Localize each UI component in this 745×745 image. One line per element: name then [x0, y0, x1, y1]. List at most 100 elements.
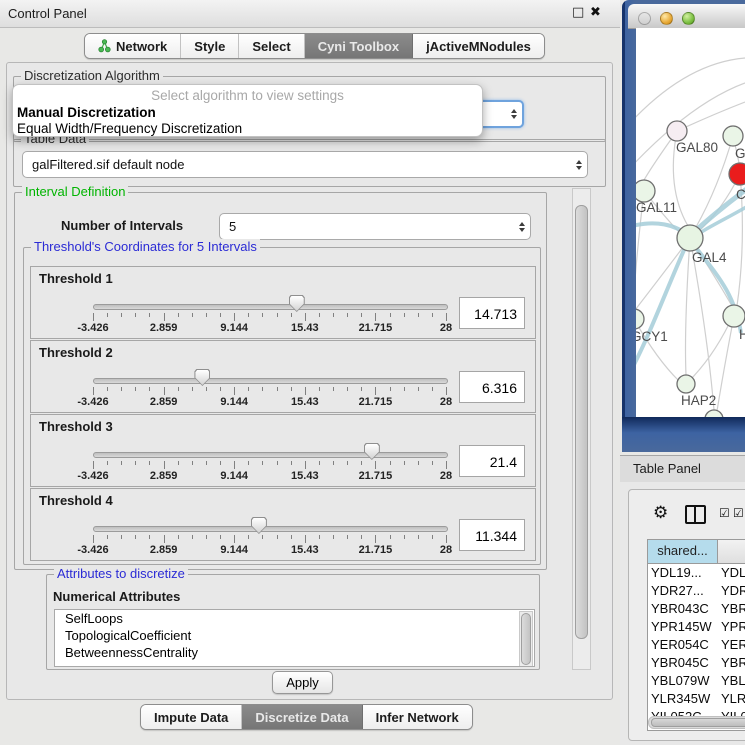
- threshold-value-field[interactable]: 6.316: [459, 371, 525, 403]
- table-row[interactable]: YBR045CYBR0: [648, 654, 745, 672]
- network-node-label: H: [739, 327, 745, 342]
- threshold-panel-3: Threshold 3-3.4262.8599.14415.4321.71528…: [30, 414, 536, 487]
- tab-select[interactable]: Select: [239, 34, 304, 58]
- network-window-titlebar: [628, 4, 745, 29]
- control-panel-titlebar: Control Panel □ ✖: [0, 0, 620, 28]
- attributes-scrollbar-thumb[interactable]: [521, 613, 531, 665]
- table-row[interactable]: YER054CYER0: [648, 636, 745, 654]
- node-attribute-table[interactable]: shared...na YDL19...YDL1YDR27...YDR2YBR0…: [647, 539, 745, 731]
- threshold-slider-track[interactable]: [93, 526, 448, 532]
- network-node-gal11[interactable]: [636, 180, 655, 202]
- algorithm-option-manual-discretization[interactable]: Manual Discretization: [13, 105, 482, 121]
- threshold-value-field[interactable]: 11.344: [459, 519, 525, 551]
- table-row[interactable]: YBL079WYBL0: [648, 672, 745, 690]
- table-cell: YBR0: [718, 654, 745, 672]
- attributes-group: Attributes to discretize Numerical Attri…: [46, 574, 540, 670]
- threshold-panel-1: Threshold 1-3.4262.8599.14415.4321.71528…: [30, 266, 536, 339]
- network-node-hap2[interactable]: [677, 375, 695, 393]
- tab-infer-network[interactable]: Infer Network: [363, 705, 472, 729]
- network-node-c[interactable]: [729, 163, 745, 185]
- network-node-gal80[interactable]: [667, 121, 687, 141]
- threshold-slider-track[interactable]: [93, 304, 448, 310]
- network-node-gal4[interactable]: [677, 225, 703, 251]
- table-row[interactable]: YBR043CYBR0: [648, 600, 745, 618]
- apply-button[interactable]: Apply: [272, 671, 333, 694]
- numerical-attributes-list[interactable]: SelfLoopsTopologicalCoefficientBetweenne…: [54, 609, 535, 667]
- tab-label: Impute Data: [154, 710, 228, 725]
- checkbox-icon[interactable]: ☑: [719, 506, 730, 520]
- network-node-gcy1[interactable]: [636, 309, 644, 329]
- tab-label: jActiveMNodules: [426, 39, 531, 54]
- algorithm-dropdown-popup: Select algorithm to view settings Manual…: [12, 84, 483, 137]
- table-cell: YBR043C: [648, 600, 718, 618]
- table-horizontal-scrollbar-thumb[interactable]: [651, 718, 745, 727]
- table-cell: YBL0: [718, 672, 745, 690]
- checkbox-icon[interactable]: ☑: [733, 506, 744, 520]
- table-horizontal-scrollbar[interactable]: [648, 716, 745, 729]
- algorithm-option-equal-width-frequency-discretization[interactable]: Equal Width/Frequency Discretization: [13, 121, 482, 137]
- combo-stepper-icon: [514, 222, 530, 232]
- tab-label: Discretize Data: [255, 710, 348, 725]
- threshold-value-field[interactable]: 21.4: [459, 445, 525, 477]
- tab-cyni-toolbox[interactable]: Cyni Toolbox: [305, 34, 413, 58]
- threshold-slider-track[interactable]: [93, 378, 448, 384]
- attribute-list-item[interactable]: TopologicalCoefficient: [55, 627, 534, 644]
- network-node[interactable]: [705, 410, 723, 417]
- threshold-label: Threshold 4: [39, 493, 113, 508]
- tab-label: Network: [116, 39, 167, 54]
- network-node-label: GAL80: [676, 140, 718, 155]
- threshold-slider-thumb[interactable]: [364, 443, 380, 460]
- threshold-slider-thumb[interactable]: [289, 295, 305, 312]
- table-row[interactable]: YDR27...YDR2: [648, 582, 745, 600]
- column-header-shared[interactable]: shared...: [648, 540, 718, 563]
- table-cell: YLR3: [718, 690, 745, 708]
- threshold-value-field[interactable]: 14.713: [459, 297, 525, 329]
- threshold-label: Threshold 2: [39, 345, 113, 360]
- interval-definition-group-title: Interval Definition: [22, 184, 128, 200]
- table-panel-titlebar: Table Panel: [620, 455, 745, 483]
- network-node-h[interactable]: [723, 305, 745, 327]
- tab-network[interactable]: Network: [85, 34, 181, 58]
- network-edge: [686, 238, 691, 375]
- main-scrollbar[interactable]: [572, 188, 591, 670]
- table-row[interactable]: YDL19...YDL1: [648, 564, 745, 582]
- table-row[interactable]: YPR145WYPR1: [648, 618, 745, 636]
- table-row[interactable]: YLR345WYLR3: [648, 690, 745, 708]
- attribute-list-item[interactable]: SelfLoops: [55, 610, 534, 627]
- control-panel-title: Control Panel: [8, 6, 87, 21]
- gear-icon[interactable]: ⚙: [653, 503, 668, 523]
- zoom-traffic-light-icon[interactable]: [682, 12, 695, 25]
- top-tab-bar: Network Style Select Cyni Toolbox jActiveMNo…: [84, 33, 545, 59]
- tab-label: Style: [194, 39, 225, 54]
- table-cell: YLR345W: [648, 690, 718, 708]
- tab-label: Cyni Toolbox: [318, 39, 399, 54]
- threshold-label: Threshold 1: [39, 271, 113, 286]
- threshold-slider-thumb[interactable]: [251, 517, 267, 534]
- float-button[interactable]: □: [572, 5, 584, 20]
- network-view-canvas[interactable]: GAL80GALCGAL11GAL4GCY1HHAP2: [636, 28, 745, 417]
- tab-label: Select: [252, 39, 290, 54]
- table-cell: YBL079W: [648, 672, 718, 690]
- tab-jactivemnodules[interactable]: jActiveMNodules: [413, 34, 544, 58]
- threshold-slider-thumb[interactable]: [194, 369, 210, 386]
- threshold-slider-track[interactable]: [93, 452, 448, 458]
- attribute-list-item[interactable]: BetweennessCentrality: [55, 644, 534, 661]
- network-icon: [98, 39, 111, 53]
- tab-impute-data[interactable]: Impute Data: [141, 705, 242, 729]
- close-button[interactable]: ✖: [590, 5, 601, 20]
- column-header-na[interactable]: na: [718, 540, 745, 563]
- table-panel-title: Table Panel: [633, 461, 701, 476]
- number-of-intervals-combobox[interactable]: 5: [219, 213, 531, 240]
- network-node-gal[interactable]: [723, 126, 743, 146]
- main-scrollbar-thumb[interactable]: [575, 205, 588, 639]
- table-data-combobox[interactable]: galFiltered.sif default node: [22, 151, 588, 178]
- threshold-panel-4: Threshold 4-3.4262.8599.14415.4321.71528…: [30, 488, 536, 561]
- combo-stepper-icon: [506, 109, 522, 119]
- interval-definition-group: Interval Definition Number of Intervals …: [14, 192, 547, 570]
- close-traffic-light-icon[interactable]: [638, 12, 651, 25]
- tab-style[interactable]: Style: [181, 34, 239, 58]
- attributes-scrollbar[interactable]: [519, 611, 533, 667]
- columns-icon[interactable]: [685, 505, 706, 524]
- minimize-traffic-light-icon[interactable]: [660, 12, 673, 25]
- tab-discretize-data[interactable]: Discretize Data: [242, 705, 362, 729]
